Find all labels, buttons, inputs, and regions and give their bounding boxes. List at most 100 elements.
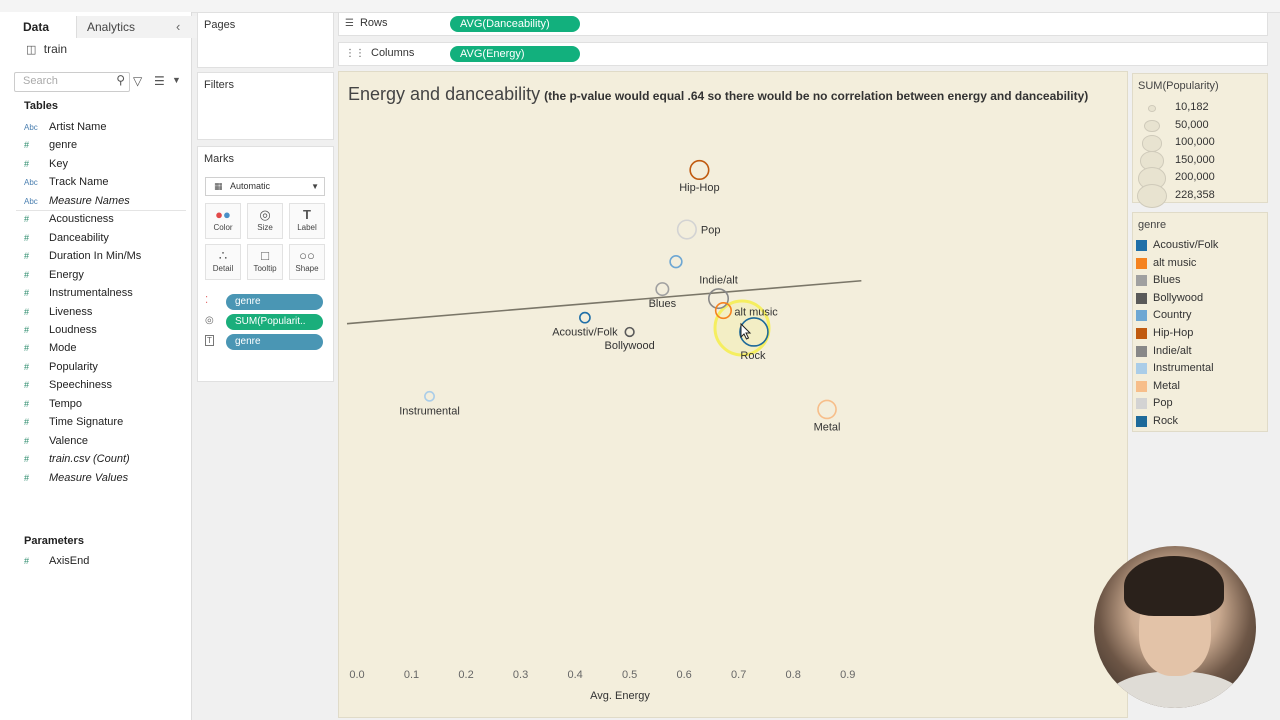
field-item[interactable]: # Key [24, 155, 68, 173]
color-legend-label: Blues [1153, 274, 1181, 287]
field-name: Time Signature [49, 416, 124, 429]
color-legend-entry[interactable]: Metal [1136, 378, 1266, 395]
field-item[interactable]: # Danceability [24, 229, 109, 247]
color-button[interactable]: ●● Color [205, 203, 241, 239]
x-tick-label: 0.5 [622, 669, 637, 681]
field-item[interactable]: # Mode [24, 339, 77, 357]
chevron-down-icon[interactable]: ▼ [172, 75, 181, 85]
x-tick-label: 0.7 [731, 669, 746, 681]
datasource-item[interactable]: ◫ train [26, 42, 67, 56]
color-legend-entry[interactable]: Country [1136, 307, 1266, 324]
rows-pill[interactable]: AVG(Danceability) [450, 16, 580, 32]
field-item[interactable]: # Tempo [24, 395, 82, 413]
data-point-acoustiv-folk[interactable] [579, 311, 591, 324]
field-item[interactable]: # Popularity [24, 358, 98, 376]
filter-icon[interactable]: ▽ [133, 74, 142, 88]
columns-pill[interactable]: AVG(Energy) [450, 46, 580, 62]
color-legend-entry[interactable]: Bollywood [1136, 290, 1266, 307]
tab-data[interactable]: Data [13, 16, 60, 40]
field-item[interactable]: # Speechiness [24, 376, 112, 394]
data-point-metal[interactable] [817, 399, 837, 420]
size-legend-entry[interactable]: 50,000 [1133, 117, 1267, 134]
shape-button[interactable]: ○○ Shape [289, 244, 325, 280]
color-swatch [1136, 292, 1147, 304]
field-name: Tempo [49, 397, 83, 410]
color-legend-entry[interactable]: Pop [1136, 395, 1266, 412]
color-legend[interactable]: genre Acoustiv/Folk alt music Blues Bollywo… [1132, 212, 1268, 432]
number-type-icon: # [24, 361, 30, 372]
collapse-pane-icon[interactable]: ‹ [176, 16, 180, 38]
size-legend-entry[interactable]: 100,000 [1133, 134, 1267, 152]
data-point-instrumental[interactable] [424, 390, 435, 402]
size-legend-label: 200,000 [1175, 171, 1215, 183]
field-name: Artist Name [49, 121, 107, 133]
color-legend-entry[interactable]: Instrumental [1136, 360, 1266, 377]
number-type-icon: # [24, 214, 30, 225]
field-item[interactable]: # Valence [24, 432, 88, 450]
scatter-plot[interactable]: 0.0 0.1 0.2 0.3 0.4 0.5 0.6 0.7 0.8 0.9 Avg. Energ… [339, 72, 1127, 717]
size-legend-entry[interactable]: 150,000 [1133, 151, 1267, 171]
number-type-icon: # [24, 324, 30, 335]
color-legend-entry[interactable]: alt music [1136, 255, 1266, 272]
color-legend-entry[interactable]: Blues [1136, 272, 1266, 289]
point-label: Bollywood [605, 340, 655, 352]
x-tick-label: 0.0 [349, 669, 364, 681]
field-item[interactable]: # Time Signature [24, 413, 123, 431]
size-legend-entry[interactable]: 228,358 [1133, 184, 1267, 208]
field-item[interactable]: # Loudness [24, 321, 97, 339]
field-item[interactable]: # train.csv (Count) [24, 450, 130, 468]
field-name: Danceability [49, 231, 109, 244]
label-button[interactable]: T Label [289, 203, 325, 239]
size-legend-entry[interactable]: 10,182 [1133, 99, 1267, 116]
color-legend-entry[interactable]: Indie/alt [1136, 343, 1266, 360]
color-genre-pill[interactable]: genre [226, 294, 323, 310]
parameters-heading: Parameters [24, 535, 84, 547]
label-genre-pill[interactable]: genre [226, 334, 323, 350]
size-button[interactable]: ◎ Size [247, 203, 283, 239]
data-point-blues[interactable] [655, 282, 670, 297]
pages-card[interactable]: Pages [197, 12, 334, 68]
detail-button[interactable]: ∴ Detail [205, 244, 241, 280]
field-item[interactable]: # Measure Values [24, 469, 128, 487]
size-popularity-pill[interactable]: SUM(Popularit.. [226, 314, 323, 330]
field-name: Measure Values [49, 471, 129, 484]
x-tick-label: 0.9 [840, 669, 855, 681]
datasource-icon: ◫ [26, 44, 37, 56]
field-item[interactable]: # genre [24, 136, 77, 154]
field-item[interactable]: # Acousticness [24, 210, 114, 228]
viz-canvas[interactable]: 0.0 0.1 0.2 0.3 0.4 0.5 0.6 0.7 0.8 0.9 Avg. Energ… [338, 71, 1128, 718]
columns-shelf[interactable]: ⋮⋮ Columns AVG(Energy) [338, 42, 1268, 66]
data-point-pop[interactable] [676, 219, 697, 240]
number-type-icon: # [24, 232, 30, 243]
color-legend-entry[interactable]: Rock [1136, 413, 1266, 430]
trend-line[interactable] [346, 279, 862, 325]
size-legend-label: 150,000 [1175, 153, 1215, 166]
field-item[interactable]: Abc Measure Names [24, 192, 130, 210]
data-point-bollywood[interactable] [624, 326, 635, 338]
size-legend[interactable]: SUM(Popularity) 10,182 50,000 100,000 150,0… [1132, 73, 1268, 208]
color-swatch [1136, 345, 1147, 357]
size-legend-circle [1141, 135, 1163, 152]
tooltip-button[interactable]: □ Tooltip [247, 244, 283, 280]
list-view-icon[interactable]: ☰ [154, 74, 165, 88]
color-legend-entry[interactable]: Acoustiv/Folk [1136, 237, 1266, 254]
search-input[interactable]: Search ⚲ [14, 72, 130, 92]
parameter-item[interactable]: # AxisEnd [24, 552, 89, 570]
point-label: Pop [701, 225, 721, 237]
data-point-hip-hop[interactable] [689, 159, 710, 181]
rows-shelf[interactable]: ☰ Rows AVG(Danceability) [338, 12, 1268, 36]
field-item[interactable]: # Energy [24, 266, 84, 284]
field-item[interactable]: Abc Artist Name [24, 118, 106, 136]
mark-type-dropdown[interactable]: ▦ Automatic ▼ [205, 177, 325, 196]
data-point-country[interactable] [669, 255, 683, 269]
size-legend-label: 10,182 [1175, 101, 1209, 113]
field-item[interactable]: # Liveness [24, 303, 92, 321]
color-swatch [1136, 380, 1147, 392]
field-item[interactable]: Abc Track Name [24, 173, 109, 191]
size-legend-circle [1148, 105, 1156, 112]
size-legend-title: SUM(Popularity) [1138, 80, 1219, 92]
field-item[interactable]: # Instrumentalness [24, 284, 133, 302]
filters-card[interactable]: Filters [197, 72, 334, 140]
color-legend-entry[interactable]: Hip-Hop [1136, 325, 1266, 342]
field-item[interactable]: # Duration In Min/Ms [24, 247, 141, 265]
